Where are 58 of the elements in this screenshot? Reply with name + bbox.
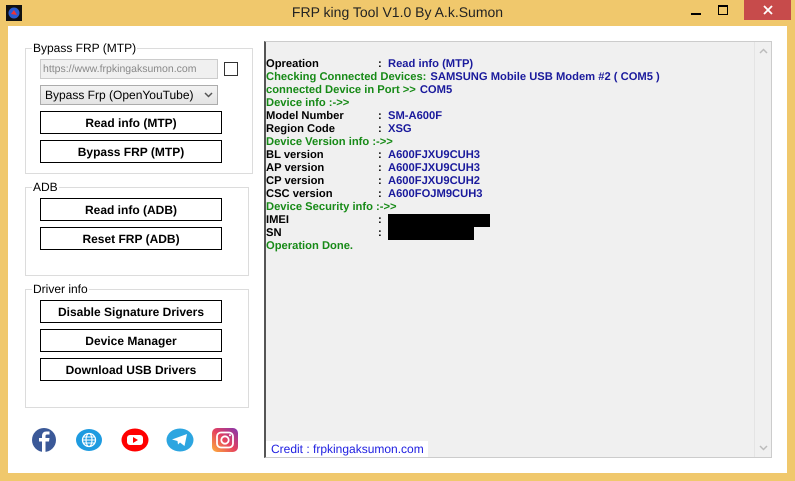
window-title: FRP king Tool V1.0 By A.k.Sumon	[292, 4, 504, 20]
log-colon: :	[378, 123, 382, 135]
log-value: A600FJXU9CUH3	[388, 162, 480, 175]
status-text: Device Security info :->>	[266, 201, 397, 214]
log-value: A600FJXU9CUH3	[388, 149, 480, 162]
credit-text: Credit : frpkingaksumon.com	[266, 441, 428, 457]
action-button[interactable]: Read info (MTP)	[40, 111, 222, 134]
log-colon: :	[378, 58, 382, 70]
log-value: SM-A600F	[388, 110, 442, 123]
action-button[interactable]: Device Manager	[40, 329, 222, 352]
status-text: connected Device in Port >>	[266, 84, 416, 97]
group-title: ADB	[32, 180, 59, 194]
checkbox[interactable]	[224, 62, 238, 76]
log-label: CSC version	[266, 188, 334, 201]
status-text: Device info :->>	[266, 97, 350, 110]
log-colon: :	[378, 162, 382, 174]
telegram-icon[interactable]	[166, 428, 194, 452]
close-button[interactable]	[744, 0, 791, 20]
facebook-icon[interactable]	[30, 428, 58, 452]
log-label: SN	[266, 227, 283, 240]
log-colon: :	[378, 110, 382, 122]
status-text: Device Version info :->>	[266, 136, 393, 149]
action-button[interactable]: Disable Signature Drivers	[40, 300, 222, 323]
log-colon: :	[378, 214, 382, 226]
caret-icon	[204, 92, 213, 98]
log-value: XSG	[388, 123, 412, 136]
log-value: COM5	[420, 84, 452, 97]
log-value: A600FJXU9CUH2	[388, 175, 480, 188]
log-value: Read info (MTP)	[388, 58, 474, 71]
log-colon: :	[378, 227, 382, 239]
group-title: Driver info	[32, 282, 89, 296]
instagram-icon[interactable]	[211, 428, 239, 452]
log-value: A600FOJM9CUH3	[388, 188, 483, 201]
log-label: BL version	[266, 149, 325, 162]
action-button[interactable]: Download USB Drivers	[40, 358, 222, 381]
status-text: Checking Connected Devices:	[266, 71, 426, 84]
log-colon: :	[378, 149, 382, 161]
log-label: Model Number	[266, 110, 345, 123]
app-icon	[6, 4, 22, 20]
mode-dropdown[interactable]: Bypass Frp (OpenYouTube)	[40, 85, 218, 105]
log-value: SAMSUNG Mobile USB Modem #2 ( COM5 )	[430, 71, 660, 84]
action-button[interactable]: Bypass FRP (MTP)	[40, 140, 222, 163]
group-title: Bypass FRP (MTP)	[32, 41, 138, 55]
youtube-icon[interactable]	[120, 428, 148, 452]
action-button[interactable]: Read info (ADB)	[40, 198, 222, 221]
log-label: AP version	[266, 162, 326, 175]
log-colon: :	[378, 175, 382, 187]
close-icon	[762, 5, 772, 15]
log-label: Region Code	[266, 123, 336, 136]
status-text: Operation Done.	[266, 240, 354, 253]
minimize-icon	[690, 12, 700, 14]
globe-icon[interactable]	[75, 428, 104, 452]
maximize-icon	[718, 5, 728, 15]
log-label: Opreation	[266, 58, 320, 71]
log-label: IMEI	[266, 214, 290, 227]
log-colon: :	[378, 188, 382, 200]
action-button[interactable]: Reset FRP (ADB)	[40, 227, 222, 250]
log-label: CP version	[266, 175, 326, 188]
